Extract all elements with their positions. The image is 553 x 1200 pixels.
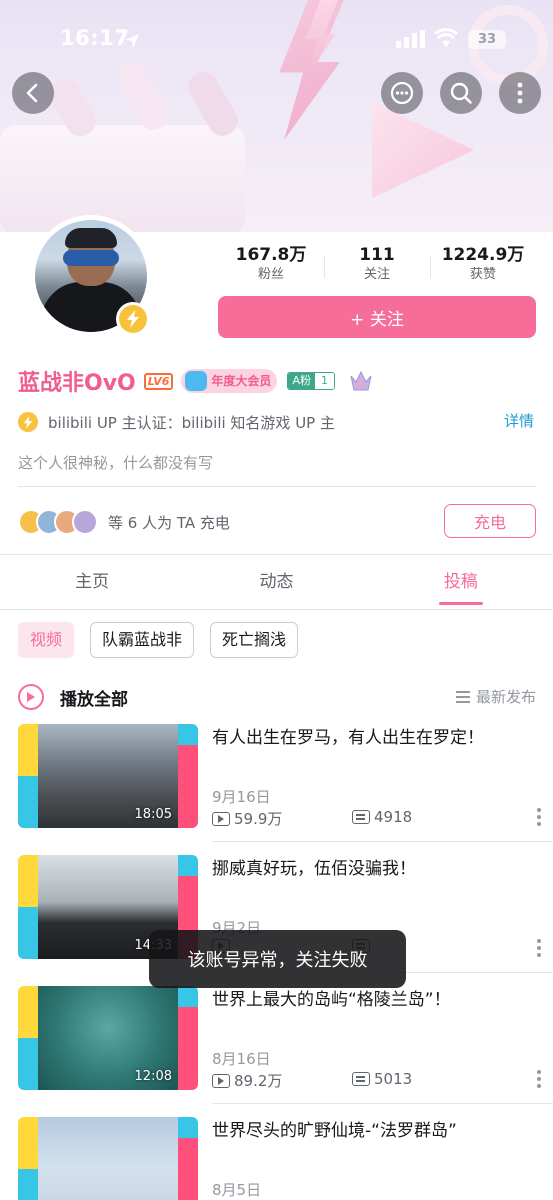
play-count-icon (212, 811, 230, 826)
charge-button[interactable]: 充电 (444, 504, 536, 538)
toast-message: 该账号异常，关注失败 (149, 930, 406, 988)
category-chips: 视频 队霸蓝战非 死亡搁浅 (18, 622, 314, 658)
sort-label: 最新发布 (475, 688, 536, 706)
status-bar: 16:17 33 (0, 26, 553, 56)
stat-label: 粉丝 (257, 267, 284, 282)
charger-avatar (72, 509, 98, 535)
stat-label: 关注 (363, 267, 390, 282)
video-item[interactable]: 18:05 有人出生在罗马，有人出生在罗定！ 9月16日 59.9万 4918 (0, 724, 553, 855)
charge-text[interactable]: 等 6 人为 TA 充电 (108, 512, 230, 533)
auth-row: bilibili UP 主认证：bilibili 知名游戏 UP 主 详情 (18, 410, 536, 434)
name-row: 蓝战非OvO LV6 年度大会员 A粉 1 (18, 366, 373, 396)
charge-row: 等 6 人为 TA 充电 充电 (18, 504, 536, 540)
video-item[interactable]: 12:08 世界上最大的岛屿“格陵兰岛”！ 8月16日 89.2万 5013 (0, 972, 553, 1117)
stat-number: 167.8万 (235, 245, 307, 265)
danmaku-icon (352, 1072, 370, 1086)
video-meta: 59.9万 4918 (212, 808, 542, 828)
stat-number: 1224.9万 (441, 245, 525, 265)
menu-lines-icon (455, 690, 470, 703)
stat-following[interactable]: 111 关注 (324, 244, 430, 286)
stat-likes[interactable]: 1224.9万 获赞 (430, 244, 536, 286)
back-button[interactable] (12, 72, 54, 114)
play-count-icon (212, 1073, 230, 1088)
banner-decoration (112, 57, 174, 135)
video-thumbnail[interactable] (18, 1117, 198, 1200)
more-vertical-icon[interactable] (536, 1070, 542, 1090)
video-title[interactable]: 世界尽头的旷野仙境-“法罗群岛” (212, 1119, 532, 1143)
battery-icon: 33 (468, 30, 506, 49)
video-thumbnail[interactable]: 18:05 (18, 724, 198, 828)
tab-home[interactable]: 主页 (0, 556, 184, 609)
video-date: 9月16日 (212, 788, 271, 806)
video-date: 8月5日 (212, 1181, 262, 1199)
username: 蓝战非OvO (18, 371, 136, 396)
message-button[interactable] (381, 72, 423, 114)
play-all-label: 播放全部 (60, 689, 128, 710)
level-badge[interactable]: LV6 (143, 372, 174, 390)
play-circle-icon (18, 684, 44, 710)
tab-dynamic[interactable]: 动态 (184, 556, 368, 609)
lightning-icon (23, 415, 33, 429)
more-vertical-icon[interactable] (536, 808, 542, 828)
follow-button[interactable]: + 关注 (218, 296, 536, 338)
video-thumbnail[interactable]: 12:08 (18, 986, 198, 1090)
video-title[interactable]: 挪威真好玩，伍佰没骗我！ (212, 857, 532, 881)
banner-bolt-decoration (279, 0, 348, 140)
video-date: 8月16日 (212, 1050, 271, 1068)
auth-text: bilibili UP 主认证：bilibili 知名游戏 UP 主 (48, 413, 335, 432)
divider (18, 486, 536, 487)
danmaku-icon (352, 810, 370, 824)
video-title[interactable]: 世界上最大的岛屿“格陵兰岛”！ (212, 988, 532, 1012)
view-count: 59.9万 (234, 810, 283, 828)
divider (0, 554, 553, 555)
video-title[interactable]: 有人出生在罗马，有人出生在罗定！ (212, 726, 532, 750)
stat-label: 获赞 (469, 267, 496, 282)
fan-medal[interactable]: A粉 1 (287, 372, 335, 390)
video-item[interactable]: 世界尽头的旷野仙境-“法罗群岛” 8月5日 (0, 1103, 553, 1200)
up-verified-badge (116, 302, 150, 336)
chevron-left-icon (26, 83, 38, 103)
vip-badge[interactable]: 年度大会员 (181, 369, 278, 393)
chip-series-1[interactable]: 队霸蓝战非 (90, 622, 195, 658)
wifi-icon (434, 28, 458, 47)
stat-fans[interactable]: 167.8万 粉丝 (218, 244, 324, 286)
status-time: 16:17 (60, 26, 130, 50)
fan-medal-level: 1 (314, 373, 334, 389)
detail-link[interactable]: 详情 (504, 410, 534, 431)
chip-series-2[interactable]: 死亡搁浅 (210, 622, 299, 658)
more-vertical-icon (517, 82, 523, 104)
more-vertical-icon[interactable] (536, 939, 542, 959)
danmaku-count: 5013 (374, 1070, 413, 1088)
danmaku-count: 4918 (374, 808, 413, 826)
banner-decoration (0, 125, 245, 232)
stat-number: 111 (359, 245, 395, 265)
cellular-signal-icon (396, 30, 425, 48)
video-meta: 89.2万 5013 (212, 1070, 542, 1090)
chip-video[interactable]: 视频 (18, 622, 75, 658)
search-button[interactable] (440, 72, 482, 114)
lightning-icon (127, 310, 139, 328)
user-sign: 这个人很神秘，什么都没有写 (18, 454, 214, 472)
stats-row: 167.8万 粉丝 111 关注 1224.9万 获赞 (218, 244, 536, 286)
view-count: 89.2万 (234, 1072, 283, 1090)
up-auth-icon (18, 412, 38, 432)
play-all-row[interactable]: 播放全部 最新发布 (18, 682, 536, 712)
fan-medal-name: A粉 (288, 373, 315, 389)
sort-button[interactable]: 最新发布 (455, 686, 536, 707)
more-button[interactable] (499, 72, 541, 114)
search-icon (450, 82, 472, 104)
video-duration: 18:05 (134, 807, 172, 822)
location-arrow-icon (125, 34, 139, 48)
tab-uploads[interactable]: 投稿 (369, 556, 553, 609)
profile-tabs: 主页 动态 投稿 (0, 556, 553, 610)
chat-bubble-icon (390, 81, 414, 105)
video-duration: 12:08 (134, 1069, 172, 1084)
pendant-icon[interactable] (349, 370, 373, 392)
